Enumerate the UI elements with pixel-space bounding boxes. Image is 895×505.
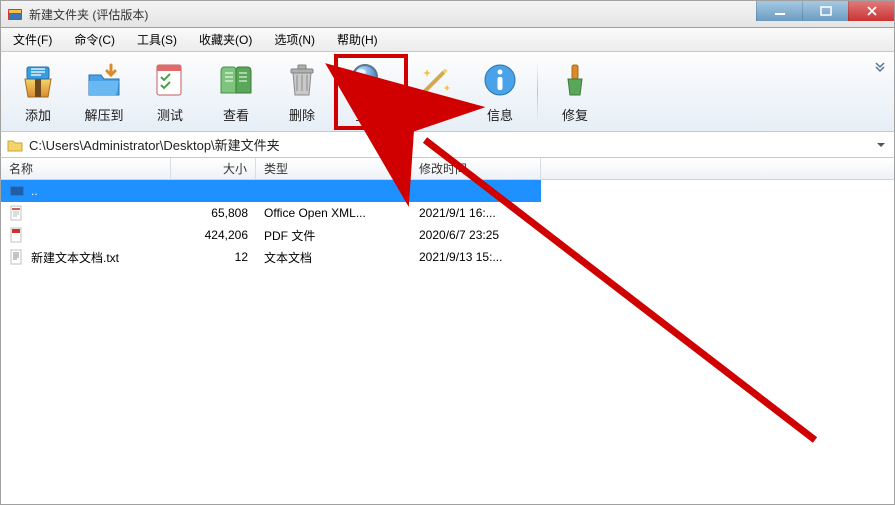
file-date: 2021/9/1 16:... — [411, 206, 541, 220]
column-modified[interactable]: 修改时间 — [411, 158, 541, 179]
file-name: .. — [31, 184, 38, 198]
dropdown-icon[interactable] — [874, 138, 888, 152]
address-path: C:\Users\Administrator\Desktop\新建文件夹 — [29, 135, 868, 154]
test-button[interactable]: 测试 — [137, 56, 203, 128]
folder-icon — [7, 137, 23, 153]
txt-icon — [9, 249, 25, 265]
toolbar-overflow-icon[interactable] — [872, 58, 888, 74]
info-button[interactable]: 信息 — [467, 56, 533, 128]
test-label: 测试 — [157, 105, 183, 124]
list-item[interactable]: 新建文本文档.txt 12 文本文档 2021/9/13 15:... — [1, 246, 894, 268]
file-list: .. 65,808 Office Open XML... 2021/9/1 16… — [0, 180, 895, 505]
extract-to-button[interactable]: 解压到 — [71, 56, 137, 128]
search-icon — [347, 59, 389, 101]
toolbar-separator — [537, 62, 538, 122]
menu-options[interactable]: 选项(N) — [268, 29, 321, 50]
toolbar: 添加 解压到 测试 查看 删除 查找 向导 — [0, 52, 895, 132]
file-type: 文本文档 — [256, 249, 411, 266]
view-button[interactable]: 查看 — [203, 56, 269, 128]
delete-button[interactable]: 删除 — [269, 56, 335, 128]
menu-favorites[interactable]: 收藏夹(O) — [193, 29, 258, 50]
info-icon — [479, 59, 521, 101]
up-folder-icon — [9, 183, 25, 199]
repair-icon — [554, 59, 596, 101]
minimize-button[interactable] — [756, 1, 802, 21]
list-item[interactable]: 65,808 Office Open XML... 2021/9/1 16:..… — [1, 202, 894, 224]
trash-icon — [281, 59, 323, 101]
menu-command[interactable]: 命令(C) — [68, 29, 121, 50]
column-header-row: 名称 大小 类型 修改时间 — [0, 158, 895, 180]
delete-label: 删除 — [289, 105, 315, 124]
file-date: 2020/6/7 23:25 — [411, 228, 541, 242]
list-item-up[interactable]: .. — [1, 180, 541, 202]
file-type: PDF 文件 — [256, 227, 411, 244]
pdf-icon — [9, 227, 25, 243]
find-button[interactable]: 查找 — [335, 56, 401, 128]
window-controls — [756, 1, 894, 21]
menu-bar: 文件(F) 命令(C) 工具(S) 收藏夹(O) 选项(N) 帮助(H) — [0, 28, 895, 52]
file-size: 65,808 — [171, 206, 256, 220]
view-icon — [215, 59, 257, 101]
info-label: 信息 — [487, 105, 513, 124]
test-icon — [149, 59, 191, 101]
close-button[interactable] — [848, 1, 894, 21]
menu-tools[interactable]: 工具(S) — [131, 29, 183, 50]
add-label: 添加 — [25, 105, 51, 124]
title-bar: 新建文件夹 (评估版本) — [0, 0, 895, 28]
file-type: Office Open XML... — [256, 206, 411, 220]
window-title: 新建文件夹 (评估版本) — [29, 6, 148, 23]
menu-file[interactable]: 文件(F) — [7, 29, 58, 50]
file-name: 新建文本文档.txt — [31, 249, 119, 266]
menu-help[interactable]: 帮助(H) — [331, 29, 384, 50]
docx-icon — [9, 205, 25, 221]
file-size: 424,206 — [171, 228, 256, 242]
wizard-icon — [413, 59, 455, 101]
maximize-button[interactable] — [802, 1, 848, 21]
column-name[interactable]: 名称 — [1, 158, 171, 179]
file-size: 12 — [171, 250, 256, 264]
add-button[interactable]: 添加 — [5, 56, 71, 128]
extract-icon — [83, 59, 125, 101]
app-icon — [7, 6, 23, 22]
view-label: 查看 — [223, 105, 249, 124]
wizard-label: 向导 — [421, 105, 447, 124]
list-item[interactable]: 424,206 PDF 文件 2020/6/7 23:25 — [1, 224, 894, 246]
archive-icon — [17, 59, 59, 101]
wizard-button[interactable]: 向导 — [401, 56, 467, 128]
extract-to-label: 解压到 — [84, 105, 123, 124]
repair-button[interactable]: 修复 — [542, 56, 608, 128]
column-size[interactable]: 大小 — [171, 158, 256, 179]
find-label: 查找 — [355, 105, 381, 124]
address-bar[interactable]: C:\Users\Administrator\Desktop\新建文件夹 — [0, 132, 895, 158]
column-type[interactable]: 类型 — [256, 158, 411, 179]
repair-label: 修复 — [562, 105, 588, 124]
file-date: 2021/9/13 15:... — [411, 250, 541, 264]
